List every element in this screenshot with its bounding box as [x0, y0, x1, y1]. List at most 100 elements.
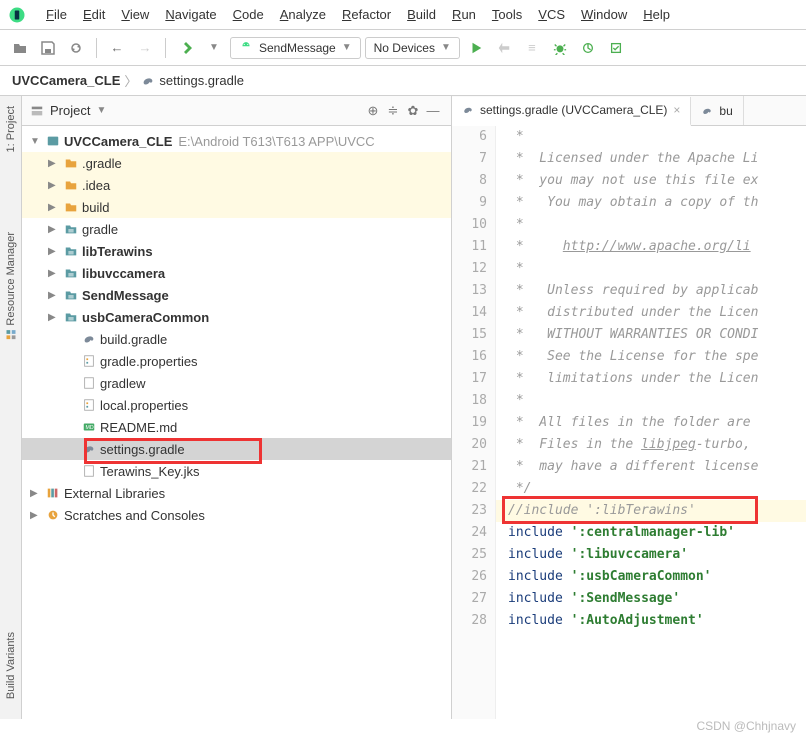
line-number: 28: [452, 610, 487, 632]
apply-changes-icon[interactable]: [492, 36, 516, 60]
tree-item[interactable]: gradlew: [22, 372, 451, 394]
code-line[interactable]: * Unless required by applicab: [496, 280, 806, 302]
menu-run[interactable]: Run: [444, 3, 484, 26]
open-icon[interactable]: [8, 36, 32, 60]
chevron-right-icon: ▶: [48, 158, 62, 169]
menu-help[interactable]: Help: [635, 3, 678, 26]
code-line[interactable]: */: [496, 478, 806, 500]
project-tree[interactable]: ▼ UVCCamera_CLE E:\Android T613\T613 APP…: [22, 126, 451, 719]
code-line[interactable]: *: [496, 258, 806, 280]
editor-body[interactable]: 6789101112131415161718192021222324252627…: [452, 126, 806, 719]
menu-navigate[interactable]: Navigate: [157, 3, 224, 26]
tree-item[interactable]: ▶.idea: [22, 174, 451, 196]
back-icon[interactable]: ←: [105, 36, 129, 60]
tree-item[interactable]: MDREADME.md: [22, 416, 451, 438]
tree-item[interactable]: ▶build: [22, 196, 451, 218]
code-line[interactable]: include ':centralmanager-lib': [496, 522, 806, 544]
line-number: 12: [452, 258, 487, 280]
line-number: 14: [452, 302, 487, 324]
close-icon[interactable]: ×: [673, 103, 680, 117]
menu-analyze[interactable]: Analyze: [272, 3, 334, 26]
code-line[interactable]: * may have a different license: [496, 456, 806, 478]
code-line[interactable]: *: [496, 390, 806, 412]
code-line[interactable]: * All files in the folder are: [496, 412, 806, 434]
code-line[interactable]: include ':SendMessage': [496, 588, 806, 610]
tree-item-label: usbCameraCommon: [82, 310, 209, 325]
menu-file[interactable]: File: [38, 3, 75, 26]
tree-item[interactable]: ▶usbCameraCommon: [22, 306, 451, 328]
breadcrumb-file[interactable]: settings.gradle: [159, 73, 244, 88]
folder-teal-icon: [62, 222, 80, 236]
tool-resmgr-tab[interactable]: Resource Manager: [5, 232, 17, 341]
tree-root[interactable]: ▼ UVCCamera_CLE E:\Android T613\T613 APP…: [22, 130, 451, 152]
code-line[interactable]: //include ':libTerawins': [496, 500, 806, 522]
tree-item[interactable]: ▶gradle: [22, 218, 451, 240]
tree-item[interactable]: ▶libTerawins: [22, 240, 451, 262]
device-selector[interactable]: No Devices ▼: [365, 37, 460, 59]
code-line[interactable]: * you may not use this file ex: [496, 170, 806, 192]
tree-external-libraries[interactable]: ▶ External Libraries: [22, 482, 451, 504]
folder-teal-icon: [62, 288, 80, 302]
run-config-selector[interactable]: SendMessage ▼: [230, 37, 361, 59]
tree-item-label: Scratches and Consoles: [64, 508, 205, 523]
menu-window[interactable]: Window: [573, 3, 635, 26]
menu-build[interactable]: Build: [399, 3, 444, 26]
target-icon[interactable]: ⊕: [363, 103, 383, 119]
code-area[interactable]: * * Licensed under the Apache Li * you m…: [496, 126, 806, 719]
menu-view[interactable]: View: [113, 3, 157, 26]
menu-edit[interactable]: Edit: [75, 3, 113, 26]
menu-code[interactable]: Code: [225, 3, 272, 26]
editor-panel: settings.gradle (UVCCamera_CLE) × bu 678…: [452, 96, 806, 719]
run-button[interactable]: [464, 36, 488, 60]
code-line[interactable]: * WITHOUT WARRANTIES OR CONDI: [496, 324, 806, 346]
tree-item[interactable]: Terawins_Key.jks: [22, 460, 451, 482]
code-line[interactable]: include ':usbCameraCommon': [496, 566, 806, 588]
android-icon: [239, 41, 253, 55]
android-studio-logo: [8, 6, 26, 24]
editor-tab-other[interactable]: bu: [691, 96, 743, 125]
code-line[interactable]: *: [496, 126, 806, 148]
code-line[interactable]: include ':libuvccamera': [496, 544, 806, 566]
tree-item[interactable]: settings.gradle: [22, 438, 451, 460]
settings-icon[interactable]: ✿: [403, 103, 423, 119]
tree-item[interactable]: build.gradle: [22, 328, 451, 350]
sync-icon[interactable]: [64, 36, 88, 60]
tool-project-tab[interactable]: 1: Project: [5, 106, 17, 152]
menu-vcs[interactable]: VCS: [530, 3, 573, 26]
panel-title: Project: [50, 103, 90, 118]
tool-build-variants-tab[interactable]: Build Variants: [5, 632, 17, 699]
project-view-selector[interactable]: Project ▼: [30, 103, 363, 118]
tree-item[interactable]: gradle.properties: [22, 350, 451, 372]
code-line[interactable]: * limitations under the Licen: [496, 368, 806, 390]
line-number: 11: [452, 236, 487, 258]
tree-item[interactable]: ▶.gradle: [22, 152, 451, 174]
code-line[interactable]: *: [496, 214, 806, 236]
menu-refactor[interactable]: Refactor: [334, 3, 399, 26]
tree-item[interactable]: ▶libuvccamera: [22, 262, 451, 284]
tree-item[interactable]: local.properties: [22, 394, 451, 416]
expand-icon[interactable]: ≑: [383, 103, 403, 119]
debug-button[interactable]: [548, 36, 572, 60]
tree-item[interactable]: ▶SendMessage: [22, 284, 451, 306]
build-icon[interactable]: [174, 36, 198, 60]
apply-code-icon[interactable]: ≡: [520, 36, 544, 60]
forward-icon[interactable]: →: [133, 36, 157, 60]
code-line[interactable]: * http://www.apache.org/li: [496, 236, 806, 258]
menu-tools[interactable]: Tools: [484, 3, 530, 26]
code-line[interactable]: * See the License for the spe: [496, 346, 806, 368]
profile-button[interactable]: [576, 36, 600, 60]
hide-icon[interactable]: —: [423, 103, 443, 118]
folder-teal-icon: [62, 310, 80, 324]
code-line[interactable]: * You may obtain a copy of th: [496, 192, 806, 214]
editor-tab-settings-gradle[interactable]: settings.gradle (UVCCamera_CLE) ×: [452, 97, 691, 126]
code-line[interactable]: * distributed under the Licen: [496, 302, 806, 324]
dropdown-icon[interactable]: ▼: [202, 36, 226, 60]
code-line[interactable]: include ':AutoAdjustment': [496, 610, 806, 632]
breadcrumb-root[interactable]: UVCCamera_CLE: [12, 73, 120, 88]
save-icon[interactable]: [36, 36, 60, 60]
code-line[interactable]: * Files in the libjpeg-turbo,: [496, 434, 806, 456]
tree-scratches[interactable]: ▶ Scratches and Consoles: [22, 504, 451, 526]
code-line[interactable]: * Licensed under the Apache Li: [496, 148, 806, 170]
chevron-down-icon: ▼: [342, 42, 352, 53]
coverage-button[interactable]: [604, 36, 628, 60]
